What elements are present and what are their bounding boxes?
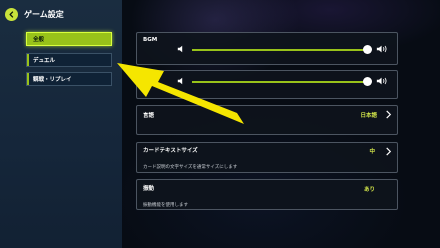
- se-slider-knob[interactable]: [363, 77, 372, 86]
- language-value: 日本語: [360, 113, 377, 119]
- speaker-loud-icon: [376, 77, 387, 85]
- tab-label: 全般: [33, 37, 45, 43]
- vibration-description: 振動機能を使用します: [143, 203, 188, 208]
- tab-label: デュエル: [33, 58, 56, 64]
- vibration-value: あり: [363, 187, 375, 193]
- back-button[interactable]: [5, 8, 18, 21]
- bgm-label: BGM: [143, 37, 158, 43]
- vibration-setting-card[interactable]: 振動 あり 振動機能を使用します: [136, 179, 398, 210]
- tab-label: 観戦・リプレイ: [33, 77, 72, 83]
- language-setting-card[interactable]: 言語 日本語: [136, 105, 398, 135]
- bgm-setting-card: BGM: [136, 32, 398, 65]
- se-setting-card: [136, 70, 398, 99]
- vibration-label: 振動: [143, 186, 155, 192]
- card-text-size-setting-card[interactable]: カードテキストサイズ 中 カード説明の文字サイズを通常サイズにします: [136, 142, 398, 173]
- tab-duel[interactable]: デュエル: [26, 53, 112, 67]
- chevron-left-icon: [9, 11, 14, 18]
- bgm-slider-knob[interactable]: [363, 45, 372, 54]
- tab-marker: [27, 73, 29, 85]
- speaker-mute-icon: [177, 77, 183, 85]
- card-text-size-description: カード説明の文字サイズを通常サイズにします: [143, 165, 238, 170]
- tab-marker: [27, 54, 29, 66]
- se-slider-track[interactable]: [192, 81, 368, 83]
- speaker-mute-icon: [177, 45, 183, 53]
- speaker-loud-icon: [376, 45, 387, 53]
- chevron-right-icon: [386, 147, 392, 156]
- language-label: 言語: [143, 113, 155, 119]
- chevron-right-icon: [386, 110, 392, 119]
- tab-spectate-replay[interactable]: 観戦・リプレイ: [26, 72, 112, 86]
- card-text-size-value: 中: [369, 149, 375, 155]
- page-title: ゲーム設定: [24, 10, 64, 19]
- tab-general[interactable]: 全般: [26, 32, 112, 46]
- bgm-slider-track[interactable]: [192, 49, 368, 51]
- card-text-size-label: カードテキストサイズ: [143, 148, 198, 154]
